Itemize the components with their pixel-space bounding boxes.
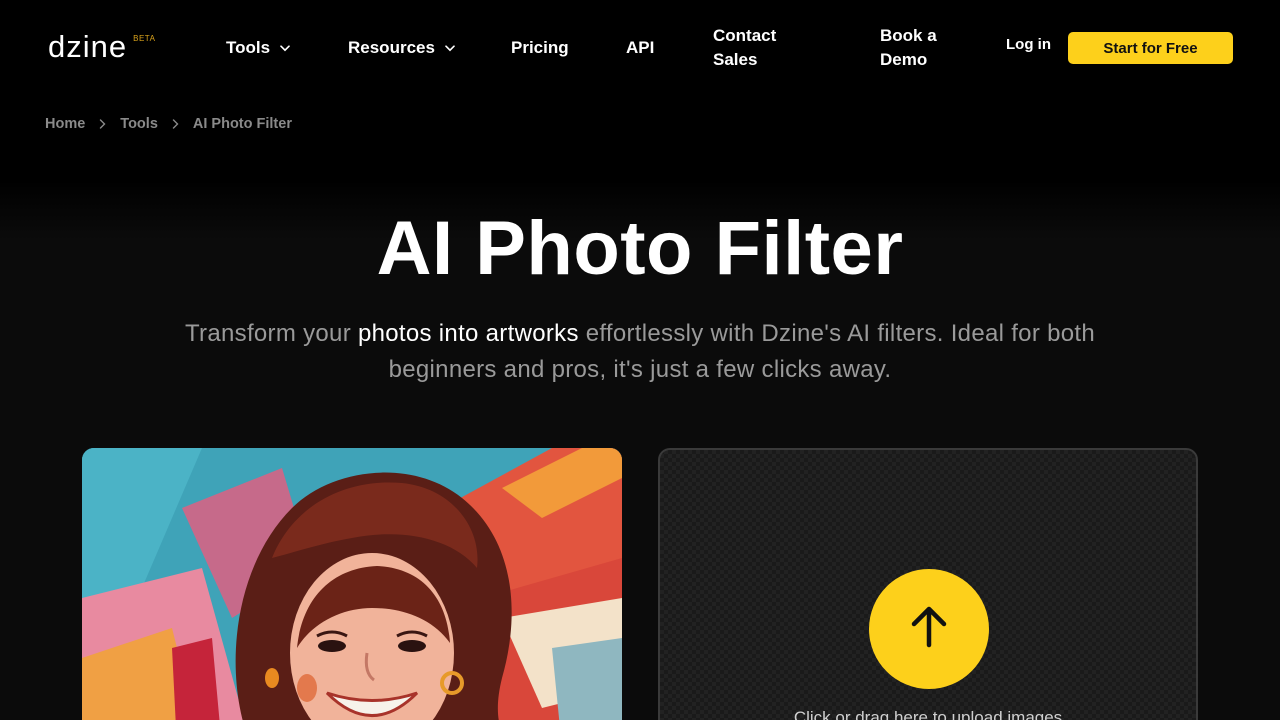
nav-tools[interactable]: Tools <box>226 0 290 96</box>
upload-arrow-icon <box>909 605 949 654</box>
nav-pricing[interactable]: Pricing <box>511 0 569 96</box>
logo-wordmark: dzine <box>48 29 128 64</box>
login-link[interactable]: Log in <box>1006 36 1051 53</box>
nav-book-demo[interactable]: Book a Demo <box>880 0 960 96</box>
dzine-logo[interactable]: dzine BETA <box>48 30 155 64</box>
nav-resources-label: Resources <box>348 38 435 57</box>
upload-button[interactable] <box>869 569 989 689</box>
example-artwork-image <box>82 448 622 720</box>
nav-contact-sales[interactable]: Contact Sales <box>713 0 803 96</box>
page-subtitle: Transform your photos into artworks effo… <box>140 316 1140 388</box>
nav-contact-sales-label: Contact Sales <box>713 26 777 69</box>
upload-dropzone[interactable]: Click or drag here to upload images <box>658 448 1198 720</box>
chevron-right-icon <box>172 119 179 129</box>
nav-book-demo-label: Book a Demo <box>880 26 937 69</box>
page-title: AI Photo Filter <box>376 206 904 291</box>
breadcrumb-home[interactable]: Home <box>45 116 85 132</box>
chevron-right-icon <box>99 119 106 129</box>
chevron-down-icon <box>280 43 290 53</box>
breadcrumb: Home Tools AI Photo Filter <box>45 116 292 132</box>
chevron-down-icon <box>445 43 455 53</box>
nav-tools-label: Tools <box>226 38 271 57</box>
beta-badge: BETA <box>133 34 156 43</box>
start-for-free-button[interactable]: Start for Free <box>1068 32 1233 64</box>
breadcrumb-tools[interactable]: Tools <box>120 116 158 132</box>
top-navigation: dzine BETA Tools Resources Pricing API C… <box>0 0 1280 96</box>
subtitle-text-start: Transform your <box>184 320 358 347</box>
nav-pricing-label: Pricing <box>511 38 569 57</box>
nav-api[interactable]: API <box>626 0 654 96</box>
nav-resources[interactable]: Resources <box>348 0 455 96</box>
nav-api-label: API <box>626 38 655 57</box>
upload-instructions: Click or drag here to upload images <box>793 708 1063 720</box>
stylized-portrait-illustration <box>82 448 622 720</box>
subtitle-highlight: photos into artworks <box>357 320 579 347</box>
breadcrumb-current: AI Photo Filter <box>192 116 292 132</box>
